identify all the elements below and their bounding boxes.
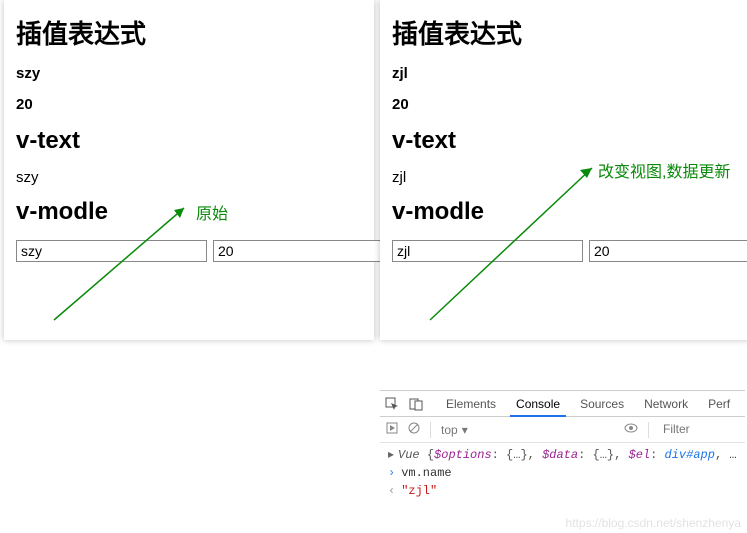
console-result: "zjl" bbox=[401, 484, 437, 498]
tab-network[interactable]: Network bbox=[638, 391, 694, 417]
expand-icon[interactable]: ▸ bbox=[388, 448, 394, 462]
context-selector[interactable]: top ▾ bbox=[441, 423, 468, 437]
heading-v-text: v-text bbox=[16, 127, 362, 155]
name-value: szy bbox=[16, 65, 362, 82]
tab-console[interactable]: Console bbox=[510, 391, 566, 417]
prompt-in-icon: › bbox=[388, 466, 395, 480]
separator bbox=[430, 422, 431, 438]
prompt-out-icon: ‹ bbox=[388, 484, 395, 498]
play-icon[interactable] bbox=[386, 422, 398, 437]
input-row bbox=[16, 240, 362, 262]
input-row bbox=[392, 240, 738, 262]
age-input[interactable] bbox=[589, 240, 747, 262]
panel-updated: 插值表达式 zjl 20 v-text zjl v-modle bbox=[380, 0, 747, 340]
tab-sources[interactable]: Sources bbox=[574, 391, 630, 417]
console-line-vue[interactable]: ▸Vue {$options: {…}, $data: {…}, $el: di… bbox=[388, 446, 737, 464]
devtools-tabbar: Elements Console Sources Network Perf bbox=[380, 391, 745, 417]
context-label: top bbox=[441, 423, 458, 437]
name-input[interactable] bbox=[392, 240, 583, 262]
console-output: ▸Vue {$options: {…}, $data: {…}, $el: di… bbox=[380, 443, 745, 503]
console-line-command[interactable]: › vm.name bbox=[388, 464, 737, 482]
inspect-icon[interactable] bbox=[384, 396, 400, 412]
heading-v-model: v-modle bbox=[392, 198, 738, 226]
eye-icon[interactable] bbox=[624, 422, 638, 437]
console-command: vm.name bbox=[401, 466, 451, 480]
panel-original: 插值表达式 szy 20 v-text szy v-modle bbox=[4, 0, 374, 340]
age-value: 20 bbox=[392, 96, 738, 113]
heading-interpolation: 插值表达式 bbox=[16, 14, 362, 51]
clear-console-icon[interactable] bbox=[408, 422, 420, 437]
chevron-down-icon: ▾ bbox=[462, 423, 468, 437]
heading-interpolation: 插值表达式 bbox=[392, 14, 738, 51]
age-value: 20 bbox=[16, 96, 362, 113]
device-toggle-icon[interactable] bbox=[408, 396, 424, 412]
watermark: https://blog.csdn.net/shenzhenya bbox=[566, 516, 741, 530]
vtext-value: szy bbox=[16, 169, 362, 186]
heading-v-model: v-modle bbox=[16, 198, 362, 226]
heading-v-text: v-text bbox=[392, 127, 738, 155]
console-line-result: ‹ "zjl" bbox=[388, 482, 737, 500]
age-input[interactable] bbox=[213, 240, 404, 262]
filter-input[interactable] bbox=[659, 420, 739, 439]
devtools-panel: Elements Console Sources Network Perf to… bbox=[380, 390, 745, 531]
vtext-value: zjl bbox=[392, 169, 738, 186]
separator bbox=[648, 422, 649, 438]
name-value: zjl bbox=[392, 65, 738, 82]
tab-elements[interactable]: Elements bbox=[440, 391, 502, 417]
console-toolbar: top ▾ bbox=[380, 417, 745, 443]
name-input[interactable] bbox=[16, 240, 207, 262]
tab-performance[interactable]: Perf bbox=[702, 391, 736, 417]
